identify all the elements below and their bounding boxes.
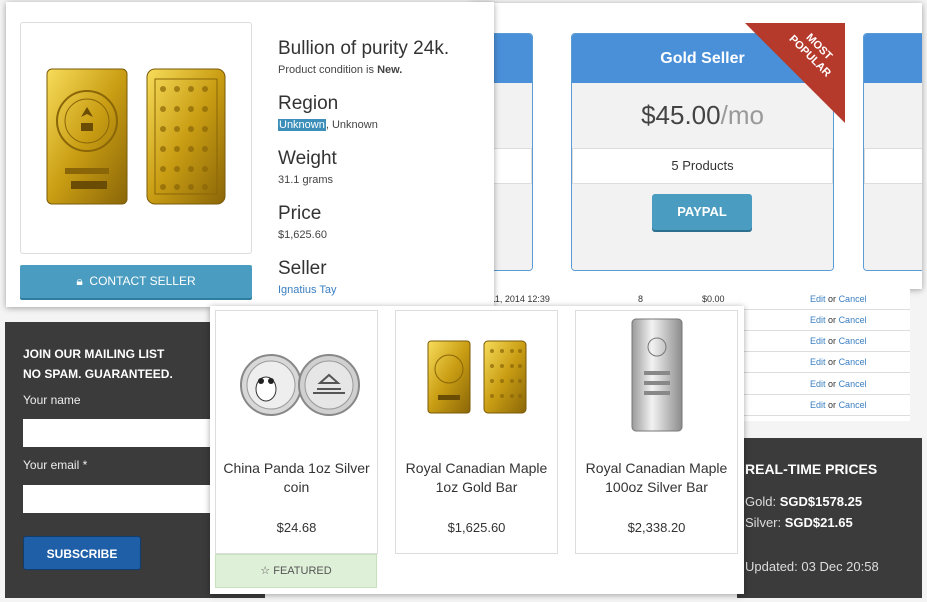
- product-detail-panel: 🔒︎ CONTACT SELLER Bullion of purity 24k.…: [6, 2, 494, 307]
- email-label: Your email *: [23, 458, 88, 472]
- silver-coin-image: [240, 354, 360, 416]
- plan-products: [864, 148, 922, 184]
- plan-products: 5 Products: [572, 148, 833, 184]
- cancel-link[interactable]: Cancel: [839, 400, 867, 410]
- name-label: Your name: [23, 393, 81, 407]
- pricing-panel: Gold Seller $45.00/mo 5 Products PAYPAL …: [470, 3, 922, 289]
- weight-value: 31.1 grams: [278, 174, 334, 186]
- edit-link[interactable]: Edit: [810, 315, 826, 325]
- realtime-prices-panel: REAL-TIME PRICES Gold: SGD$1578.25 Silve…: [737, 438, 922, 598]
- edit-link[interactable]: Edit: [810, 336, 826, 346]
- edit-link[interactable]: Edit: [810, 357, 826, 367]
- paypal-button[interactable]: PAYPAL: [652, 194, 752, 230]
- product-card[interactable]: Royal Canadian Maple 100oz Silver Bar $2…: [575, 310, 738, 554]
- region-value: Unknown, Unknown: [278, 119, 378, 131]
- most-popular-ribbon: MOST POPULAR: [745, 23, 845, 123]
- silver-bar-image: [631, 318, 683, 432]
- featured-badge[interactable]: ☆ FEATURED: [215, 554, 377, 588]
- email-field[interactable]: [23, 485, 223, 513]
- cancel-link[interactable]: Cancel: [839, 294, 867, 304]
- gold-bar-image: [427, 340, 527, 414]
- edit-link[interactable]: Edit: [810, 294, 826, 304]
- silver-price: Silver: SGD$21.65: [745, 515, 853, 530]
- cancel-link[interactable]: Cancel: [839, 379, 867, 389]
- order-amount: $0.00: [702, 294, 725, 304]
- featured-products-panel: China Panda 1oz Silver coin $24.68 Royal…: [210, 306, 744, 594]
- product-condition: Product condition is New.: [278, 64, 403, 76]
- order-qty: 8: [638, 294, 644, 304]
- gold-price: Gold: SGD$1578.25: [745, 494, 863, 509]
- product-card[interactable]: China Panda 1oz Silver coin $24.68: [215, 310, 378, 554]
- product-card[interactable]: Royal Canadian Maple 1oz Gold Bar $1,625…: [395, 310, 558, 554]
- subscribe-button[interactable]: SUBSCRIBE: [23, 536, 141, 570]
- plan-price: [864, 83, 922, 148]
- product-image: [20, 22, 252, 254]
- product-name: Royal Canadian Maple 1oz Gold Bar: [405, 460, 548, 495]
- plan-footer: [864, 184, 922, 270]
- mailing-title: JOIN OUR MAILING LIST NO SPAM. GUARANTEE…: [23, 347, 173, 381]
- price-value: $1,625.60: [278, 229, 327, 241]
- edit-link[interactable]: Edit: [810, 379, 826, 389]
- realtime-title: REAL-TIME PRICES: [745, 461, 878, 477]
- weight-heading: Weight: [278, 148, 337, 169]
- lock-icon: 🔒︎: [76, 274, 83, 288]
- product-price: $2,338.20: [627, 520, 686, 535]
- region-highlight: Unknown: [278, 119, 326, 131]
- cancel-link[interactable]: Cancel: [839, 357, 867, 367]
- product-price: $24.68: [276, 520, 317, 535]
- seller-link[interactable]: Ignatius Tay: [278, 284, 337, 296]
- gold-bar-image: [46, 68, 226, 205]
- price-heading: Price: [278, 203, 322, 224]
- product-name: Royal Canadian Maple 100oz Silver Bar: [585, 460, 728, 495]
- star-icon: ☆: [260, 565, 271, 577]
- region-heading: Region: [278, 93, 339, 114]
- cancel-link[interactable]: Cancel: [839, 315, 867, 325]
- contact-seller-button[interactable]: 🔒︎ CONTACT SELLER: [20, 265, 252, 298]
- seller-heading: Seller: [278, 258, 327, 279]
- plan-price-amount: $45.00: [641, 100, 721, 130]
- plan-header: [864, 34, 922, 83]
- cancel-link[interactable]: Cancel: [839, 336, 867, 346]
- product-name: China Panda 1oz Silver coin: [223, 460, 370, 495]
- product-price: $1,625.60: [447, 520, 506, 535]
- product-title: Bullion of purity 24k.: [278, 38, 450, 59]
- updated-time: Updated: 03 Dec 20:58: [745, 559, 879, 574]
- edit-link[interactable]: Edit: [810, 400, 826, 410]
- name-field[interactable]: [23, 419, 223, 447]
- pricing-plan-right: [863, 33, 922, 271]
- plan-footer: PAYPAL: [572, 184, 833, 270]
